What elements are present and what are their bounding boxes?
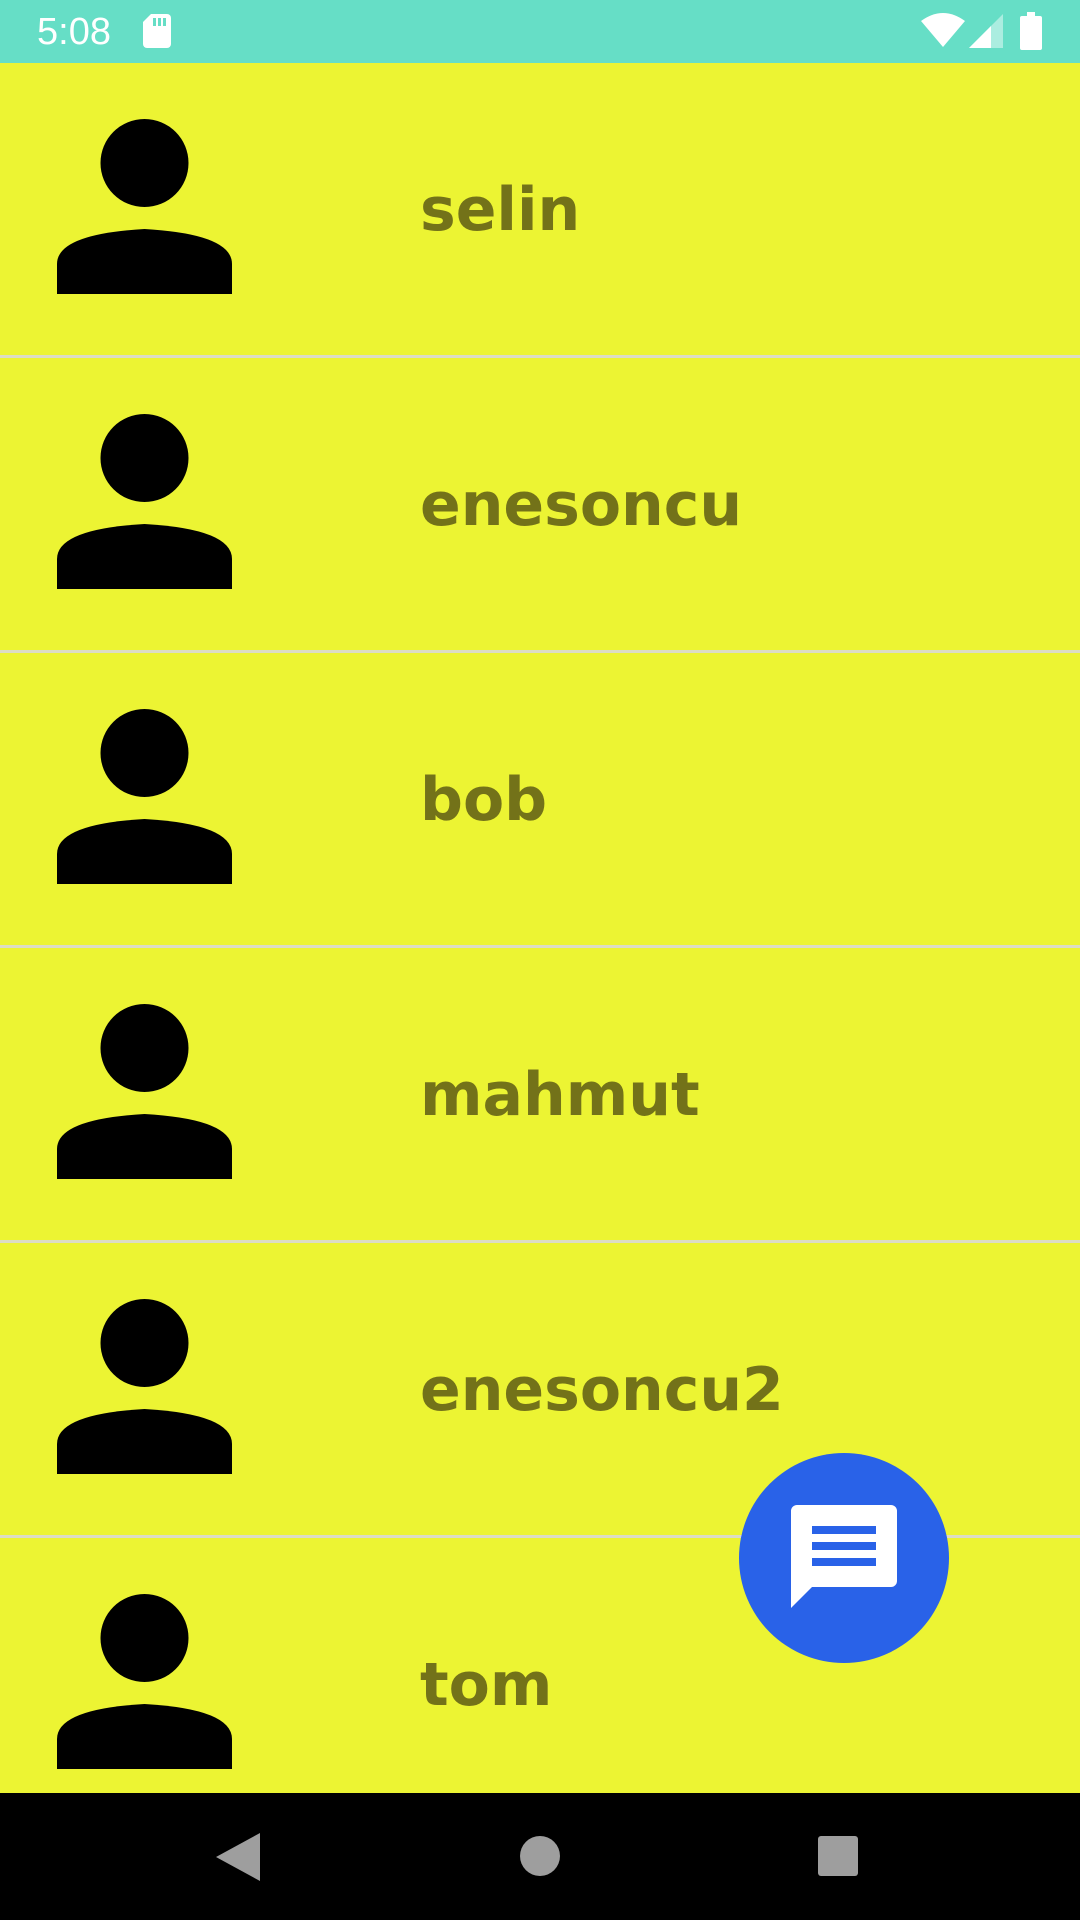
battery-icon bbox=[1020, 12, 1042, 50]
cell-signal-icon bbox=[969, 14, 1003, 48]
contact-name: enesoncu2 bbox=[420, 1355, 784, 1425]
status-bar: 5:08 bbox=[0, 0, 1080, 63]
person-icon bbox=[57, 1299, 232, 1474]
sd-card-icon bbox=[143, 14, 171, 48]
message-icon bbox=[791, 1505, 897, 1608]
back-icon[interactable] bbox=[216, 1833, 260, 1881]
contact-name: tom bbox=[420, 1650, 553, 1720]
person-icon bbox=[57, 119, 232, 294]
contacts-screen: 5:08 selin enesoncu bob mahmut enesoncu2… bbox=[0, 0, 1080, 1920]
contact-name: selin bbox=[420, 175, 581, 245]
new-message-button[interactable] bbox=[739, 1453, 949, 1663]
wifi-icon bbox=[921, 13, 965, 47]
home-icon[interactable] bbox=[520, 1836, 560, 1876]
contact-name: enesoncu bbox=[420, 470, 743, 540]
person-icon bbox=[57, 709, 232, 884]
contact-row[interactable]: mahmut bbox=[0, 948, 1080, 1243]
contact-name: bob bbox=[420, 765, 548, 835]
navigation-bar bbox=[0, 1793, 1080, 1920]
contact-row[interactable]: bob bbox=[0, 653, 1080, 948]
status-time: 5:08 bbox=[37, 11, 111, 53]
contact-row[interactable]: selin bbox=[0, 63, 1080, 358]
contact-row[interactable]: enesoncu bbox=[0, 358, 1080, 653]
person-icon bbox=[57, 1594, 232, 1769]
person-icon bbox=[57, 1004, 232, 1179]
person-icon bbox=[57, 414, 232, 589]
contact-name: mahmut bbox=[420, 1060, 700, 1130]
recents-icon[interactable] bbox=[818, 1836, 858, 1876]
